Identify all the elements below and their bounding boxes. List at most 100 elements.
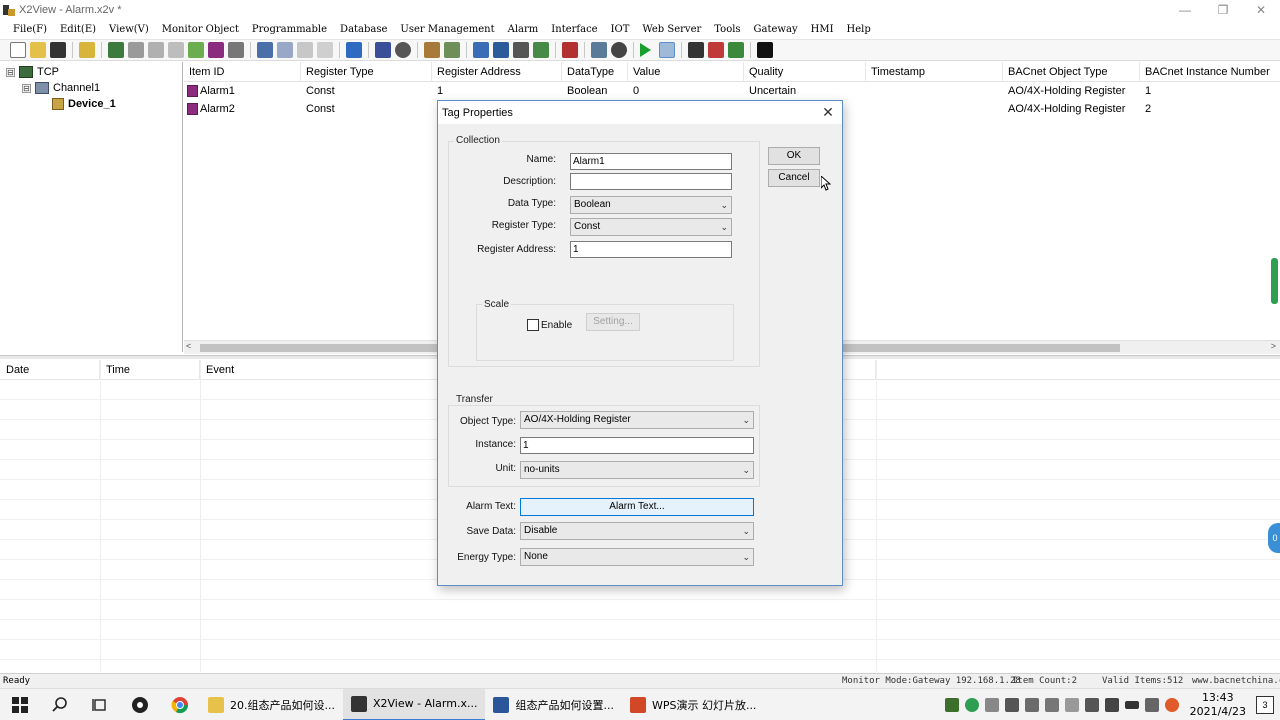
menu-alarm[interactable]: Alarm (501, 24, 545, 35)
column-header-register-address[interactable]: Register Address (432, 62, 562, 82)
taskbar-task-x2view[interactable]: X2View - Alarm.x... (342, 688, 486, 720)
volume-icon[interactable] (1104, 698, 1119, 712)
cut-icon[interactable] (257, 42, 273, 58)
record-icon[interactable] (611, 42, 627, 58)
alarm-icon[interactable] (562, 42, 578, 58)
run-icon[interactable] (640, 43, 651, 57)
clock[interactable]: 13:43 2021/4/23 (1190, 691, 1246, 719)
menu-iot[interactable]: IOT (604, 24, 636, 35)
windows-start-icon[interactable] (0, 689, 40, 720)
table-row[interactable]: Alarm1 Const 1 Boolean 0 Uncertain AO/4X… (184, 82, 1280, 100)
task-view-icon[interactable] (80, 689, 120, 720)
tree-collapse-toggle[interactable]: ⊟ (22, 83, 31, 93)
instance-input[interactable]: 1 (520, 437, 754, 454)
chart-icon[interactable] (473, 42, 489, 58)
menu-hmi[interactable]: HMI (804, 24, 840, 35)
paste-icon[interactable] (297, 42, 313, 58)
network-icon[interactable] (444, 42, 460, 58)
name-input[interactable]: Alarm1 (570, 153, 732, 170)
add-device-icon[interactable] (128, 42, 144, 58)
close-window-button[interactable]: ✕ (1242, 0, 1280, 20)
open-project-icon[interactable] (188, 42, 204, 58)
menu-web-server[interactable]: Web Server (635, 24, 707, 35)
menu-file[interactable]: File(F) (6, 24, 53, 35)
scale-enable-checkbox[interactable] (527, 319, 539, 331)
column-header-bacnet-object-type[interactable]: BACnet Object Type (1003, 62, 1140, 82)
scale-setting-button[interactable]: Setting... (586, 313, 640, 331)
input-method-icon[interactable] (1144, 698, 1159, 712)
ok-button[interactable]: OK (768, 147, 820, 165)
network-icon[interactable] (1084, 698, 1099, 712)
taskbar-task-folder[interactable]: 20.组态产品如何设... (200, 689, 343, 720)
tree-node-tcp[interactable]: ⊟ TCP (6, 64, 59, 80)
energy-type-select[interactable]: None ⌄ (520, 548, 754, 566)
tray-app-icon[interactable] (1024, 698, 1039, 712)
check-icon[interactable] (533, 42, 549, 58)
register-address-input[interactable]: 1 (570, 241, 732, 258)
column-header-bacnet-instance[interactable]: BACnet Instance Number (1140, 62, 1280, 82)
tray-app-icon[interactable] (1064, 698, 1079, 712)
taskbar-task-wps[interactable]: WPS演示 幻灯片放... (622, 689, 764, 720)
alarm-text-button[interactable]: Alarm Text... (520, 498, 754, 516)
terminal-icon[interactable] (757, 42, 773, 58)
tree-node-channel[interactable]: ⊟ Channel1 (22, 80, 100, 96)
tray-app-icon[interactable] (1044, 698, 1059, 712)
monitor-icon[interactable] (346, 42, 362, 58)
menu-view[interactable]: View(V) (102, 24, 155, 35)
open-folder-icon[interactable] (30, 42, 46, 58)
unit-select[interactable]: no-units ⌄ (520, 461, 754, 479)
vertical-scrollbar-thumb[interactable] (1271, 258, 1278, 304)
notification-icon[interactable]: 3 (1256, 696, 1274, 714)
stop-icon[interactable] (659, 42, 675, 58)
database-icon[interactable] (493, 42, 509, 58)
copy-window-icon[interactable] (228, 42, 244, 58)
download-icon[interactable] (728, 42, 744, 58)
tray-app-icon[interactable] (984, 698, 999, 712)
column-header-quality[interactable]: Quality (744, 62, 866, 82)
tray-app-icon[interactable] (1164, 698, 1179, 712)
register-type-select[interactable]: Const ⌄ (570, 218, 732, 236)
delete-icon[interactable] (317, 42, 333, 58)
menu-edit[interactable]: Edit(E) (53, 24, 102, 35)
add-group-icon[interactable] (168, 42, 184, 58)
column-header-item-id[interactable]: Item ID (184, 62, 301, 82)
menu-programmable[interactable]: Programmable (245, 24, 333, 35)
menu-database[interactable]: Database (333, 24, 393, 35)
taskbar-task-word[interactable]: 组态产品如何设置... (485, 689, 622, 720)
save-data-select[interactable]: Disable ⌄ (520, 522, 754, 540)
new-file-icon[interactable] (10, 42, 26, 58)
search-icon[interactable] (40, 689, 80, 720)
menu-monitor-object[interactable]: Monitor Object (155, 24, 245, 35)
column-header-timestamp[interactable]: Timestamp (866, 62, 1003, 82)
cancel-button[interactable]: Cancel (768, 169, 820, 187)
clock-icon[interactable] (395, 42, 411, 58)
column-header-register-type[interactable]: Register Type (301, 62, 432, 82)
side-badge[interactable]: 0 (1268, 523, 1280, 553)
menu-tools[interactable]: Tools (707, 24, 746, 35)
column-header-time[interactable]: Time (100, 360, 200, 380)
column-header-value[interactable]: Value (628, 62, 744, 82)
column-header-datatype[interactable]: DataType (562, 62, 628, 82)
scroll-left-icon[interactable]: < (186, 341, 191, 351)
add-tag-icon[interactable] (148, 42, 164, 58)
settings-icon[interactable] (513, 42, 529, 58)
tools-icon[interactable] (424, 42, 440, 58)
menu-help[interactable]: Help (840, 24, 877, 35)
copy-icon[interactable] (277, 42, 293, 58)
chrome-icon[interactable] (160, 689, 200, 720)
object-type-select[interactable]: AO/4X-Holding Register ⌄ (520, 411, 754, 429)
tree-collapse-toggle[interactable]: ⊟ (6, 67, 15, 77)
menu-gateway[interactable]: Gateway (747, 24, 804, 35)
minimize-button[interactable]: — (1166, 0, 1204, 20)
data-type-select[interactable]: Boolean ⌄ (570, 196, 732, 214)
help-icon[interactable] (79, 42, 95, 58)
scroll-right-icon[interactable]: > (1271, 341, 1276, 351)
dialog-close-icon[interactable]: ✕ (820, 104, 836, 120)
tray-app-icon[interactable] (1004, 698, 1019, 712)
add-channel-icon[interactable] (108, 42, 124, 58)
description-input[interactable] (570, 173, 732, 190)
wrench-icon[interactable] (688, 42, 704, 58)
upload-icon[interactable] (708, 42, 724, 58)
grid-icon[interactable] (375, 42, 391, 58)
tray-app-icon[interactable] (944, 698, 959, 712)
